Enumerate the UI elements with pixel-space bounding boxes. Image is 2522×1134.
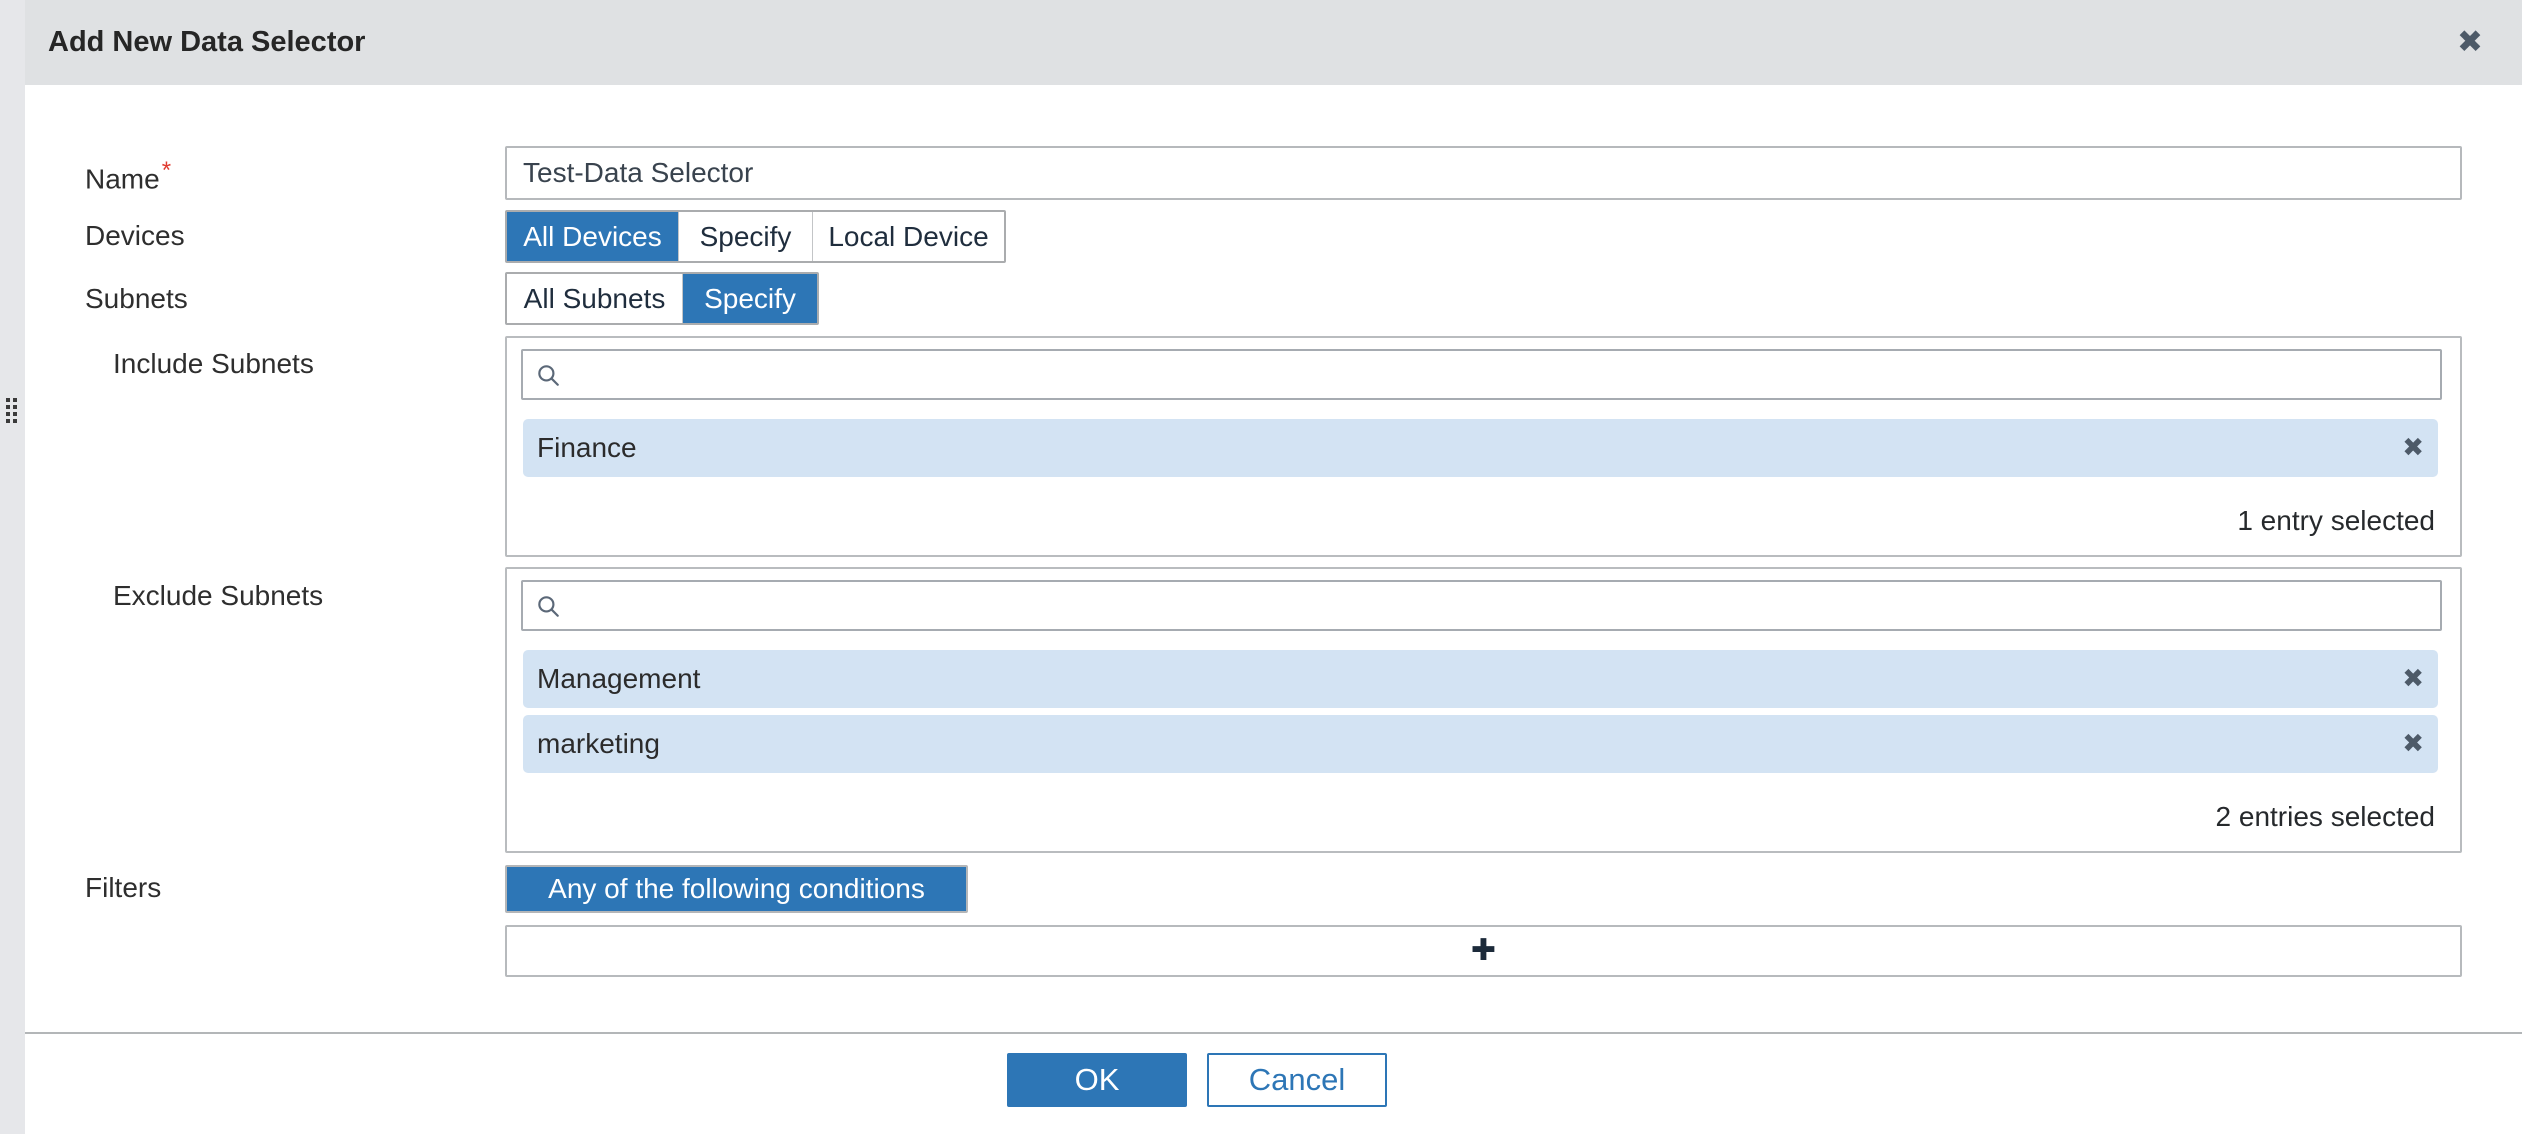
remove-entry-icon[interactable]: ✖: [2402, 731, 2424, 757]
search-icon: [535, 362, 561, 388]
include-subnet-entry-label: Finance: [537, 432, 2402, 464]
filters-condition-button[interactable]: Any of the following conditions: [505, 865, 968, 913]
subnets-label: Subnets: [85, 283, 188, 315]
include-subnets-label: Include Subnets: [113, 348, 314, 380]
devices-option-specify[interactable]: Specify: [678, 212, 812, 261]
left-rail: [0, 0, 25, 1134]
add-filter-row[interactable]: ✚: [505, 925, 2462, 977]
add-data-selector-dialog: { "dialog": { "title": "Add New Data Sel…: [0, 0, 2522, 1134]
add-icon[interactable]: ✚: [1471, 936, 1496, 966]
dialog-title: Add New Data Selector: [48, 0, 365, 85]
exclude-subnet-entry[interactable]: Management ✖: [523, 650, 2438, 708]
exclude-subnet-entry-label: Management: [537, 663, 2402, 695]
exclude-subnet-entry-label: marketing: [537, 728, 2402, 760]
name-input[interactable]: [505, 146, 2462, 200]
filters-label: Filters: [85, 872, 161, 904]
include-subnets-summary: 1 entry selected: [2237, 505, 2435, 537]
ok-button[interactable]: OK: [1007, 1053, 1187, 1107]
name-label: Name*: [85, 157, 171, 195]
exclude-subnets-search-input[interactable]: [571, 589, 2428, 622]
exclude-subnets-label: Exclude Subnets: [113, 580, 323, 612]
include-subnets-panel: Finance ✖ 1 entry selected: [505, 336, 2462, 557]
remove-entry-icon[interactable]: ✖: [2402, 435, 2424, 461]
exclude-subnets-panel: Management ✖ marketing ✖ 2 entries selec…: [505, 567, 2462, 853]
subnets-option-specify[interactable]: Specify: [682, 274, 817, 323]
exclude-subnet-entry[interactable]: marketing ✖: [523, 715, 2438, 773]
name-label-text: Name: [85, 163, 160, 194]
include-subnet-entry[interactable]: Finance ✖: [523, 419, 2438, 477]
search-icon: [535, 593, 561, 619]
include-subnets-search-input[interactable]: [571, 358, 2428, 391]
include-subnets-search[interactable]: [521, 349, 2442, 400]
exclude-subnets-search[interactable]: [521, 580, 2442, 631]
drag-handle-icon[interactable]: [6, 398, 17, 423]
exclude-subnets-summary: 2 entries selected: [2216, 801, 2435, 833]
remove-entry-icon[interactable]: ✖: [2402, 666, 2424, 692]
close-icon[interactable]: ✖: [2457, 0, 2483, 85]
cancel-button[interactable]: Cancel: [1207, 1053, 1387, 1107]
devices-option-all-devices[interactable]: All Devices: [507, 212, 678, 261]
subnets-button-group: All Subnets Specify: [505, 272, 819, 325]
devices-option-local-device[interactable]: Local Device: [812, 212, 1004, 261]
required-asterisk: *: [162, 157, 171, 184]
subnets-option-all-subnets[interactable]: All Subnets: [507, 274, 682, 323]
dialog-header: Add New Data Selector ✖: [25, 0, 2522, 85]
devices-label: Devices: [85, 220, 185, 252]
footer-divider: [25, 1032, 2522, 1034]
devices-button-group: All Devices Specify Local Device: [505, 210, 1006, 263]
